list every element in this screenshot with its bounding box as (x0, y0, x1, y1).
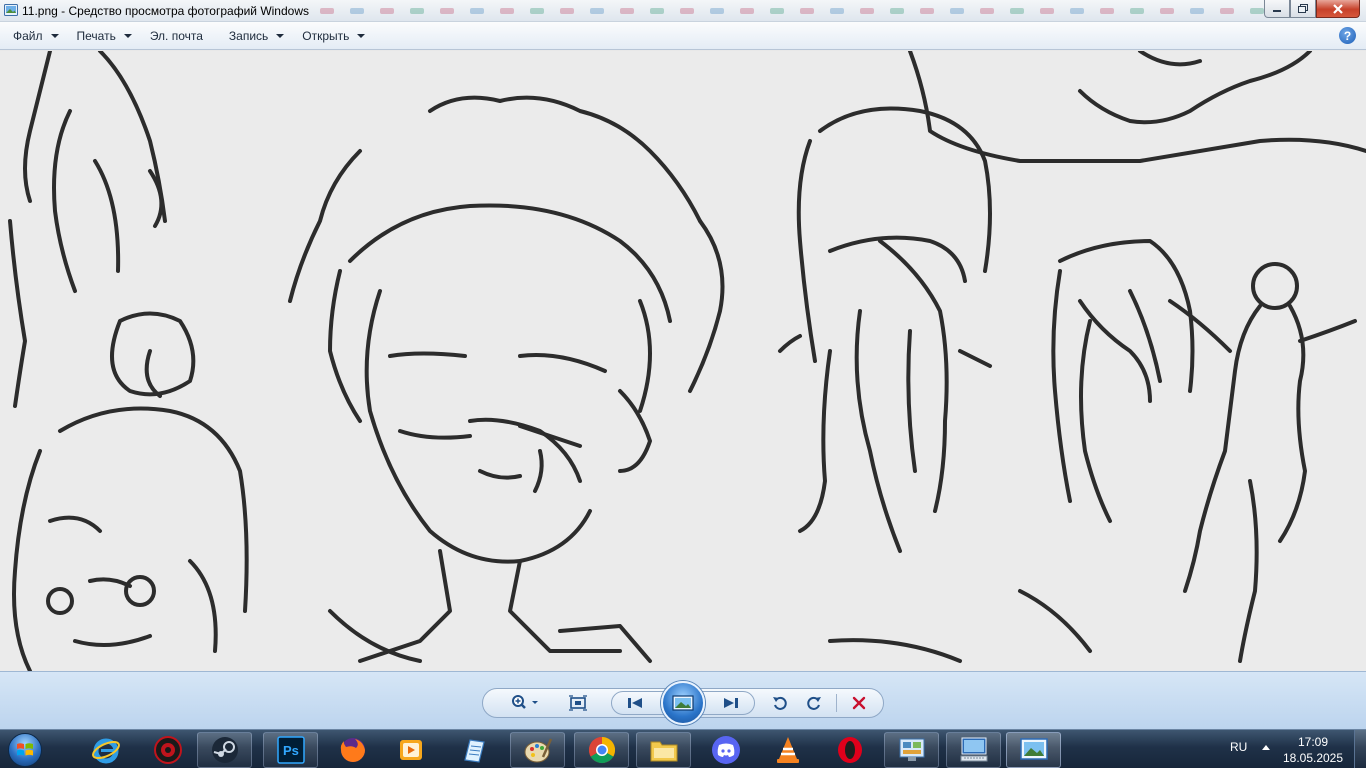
system-clock[interactable]: 17:09 18.05.2025 (1280, 734, 1346, 766)
taskbar-steam[interactable] (197, 732, 252, 768)
taskbar-firefox[interactable] (325, 732, 380, 768)
actual-size-button[interactable] (565, 692, 591, 714)
window-controls (1264, 0, 1360, 18)
rotate-right-icon (807, 696, 821, 710)
taskbar-chrome[interactable] (574, 732, 629, 768)
taskbar-photoshop[interactable]: Ps (263, 732, 318, 768)
actual-size-icon (569, 695, 587, 711)
divider (836, 694, 837, 712)
rotate-right-button[interactable] (801, 692, 827, 714)
start-button[interactable] (3, 730, 47, 768)
delete-button[interactable] (846, 692, 872, 714)
help-button[interactable]: ? (1339, 27, 1356, 44)
windows-logo-icon (8, 732, 42, 767)
next-icon (724, 698, 738, 708)
taskbar-vlc[interactable] (760, 732, 815, 768)
maximize-button[interactable] (1290, 0, 1316, 18)
firefox-icon (340, 738, 365, 762)
title-bar-decoration (312, 0, 1366, 20)
menu-print-label: Печать (76, 28, 116, 43)
menu-email-label: Эл. почта (149, 28, 203, 43)
menu-open-label: Открыть (302, 28, 350, 43)
vlc-icon (776, 737, 799, 763)
menu-email[interactable]: Эл. почта (144, 25, 209, 47)
control-panel-icon (899, 738, 924, 761)
taskbar-internet-explorer[interactable] (78, 732, 133, 768)
slideshow-icon (672, 695, 694, 711)
menu-file-label: Файл (13, 28, 43, 43)
file-explorer-icon (650, 741, 677, 762)
show-desktop-button[interactable] (1354, 730, 1366, 768)
language-indicator[interactable]: RU (1230, 740, 1247, 754)
tray-expand-icon[interactable] (1262, 745, 1270, 750)
paint-icon (524, 738, 552, 763)
taskbar-photo-viewer[interactable] (1006, 732, 1061, 768)
menu-bar: Файл Печать Эл. почта Запись Открыть ? (0, 22, 1366, 50)
zoom-icon (512, 695, 538, 709)
steam-icon (211, 737, 238, 763)
minimize-button[interactable] (1264, 0, 1290, 18)
internet-explorer-icon (91, 738, 120, 764)
taskbar-game-app[interactable] (140, 732, 195, 768)
remote-desktop-icon (960, 737, 987, 762)
zoom-button[interactable] (508, 692, 542, 714)
opera-icon (837, 737, 862, 763)
taskbar-video-app[interactable] (383, 732, 438, 768)
taskbar-file-explorer[interactable] (636, 732, 691, 768)
taskbar-opera[interactable] (822, 732, 877, 768)
menu-open[interactable]: Открыть (296, 25, 371, 47)
photo-viewer-app-icon (4, 4, 18, 16)
taskbar-control-panel[interactable] (884, 732, 939, 768)
viewer-controls (0, 671, 1366, 729)
photoshop-icon: Ps (276, 736, 305, 764)
photo-viewer-icon (1019, 738, 1048, 760)
window-title: 11.png - Средство просмотра фотографий W… (22, 4, 309, 18)
slideshow-button[interactable] (661, 681, 705, 725)
notes-icon (463, 739, 485, 763)
clock-date: 18.05.2025 (1282, 751, 1344, 765)
chevron-down-icon (123, 33, 132, 38)
taskbar-remote-desktop[interactable] (946, 732, 1001, 768)
previous-button[interactable] (622, 692, 648, 714)
help-icon: ? (1343, 28, 1352, 43)
chevron-down-icon (50, 33, 59, 38)
rotate-left-icon (773, 696, 787, 710)
rotate-left-button[interactable] (767, 692, 793, 714)
svg-text:Ps: Ps (283, 743, 299, 758)
video-app-icon (399, 740, 422, 760)
chrome-icon (588, 736, 615, 764)
maximize-icon (1298, 4, 1308, 13)
minimize-icon (1273, 9, 1281, 12)
menu-burn[interactable]: Запись (223, 25, 290, 47)
taskbar-discord[interactable] (698, 732, 753, 768)
taskbar-paint[interactable] (510, 732, 565, 768)
sketch-image (0, 51, 1366, 671)
clock-time: 17:09 (1297, 735, 1329, 749)
title-bar: 11.png - Средство просмотра фотографий W… (0, 0, 1366, 22)
game-app-icon (153, 736, 182, 764)
menu-print[interactable]: Печать (71, 25, 138, 47)
taskbar: Ps RU 17:09 18.05.2025 (0, 729, 1366, 768)
taskbar-notes[interactable] (446, 732, 501, 768)
menu-burn-label: Запись (228, 28, 269, 43)
delete-icon (852, 696, 866, 710)
chevron-down-icon (357, 33, 366, 38)
close-button[interactable] (1316, 0, 1360, 18)
image-viewport[interactable] (0, 51, 1366, 671)
chevron-down-icon (276, 33, 285, 38)
next-button[interactable] (718, 692, 744, 714)
discord-icon (711, 736, 740, 764)
previous-icon (628, 698, 642, 708)
menu-file[interactable]: Файл (7, 25, 65, 47)
close-icon (1333, 3, 1343, 14)
